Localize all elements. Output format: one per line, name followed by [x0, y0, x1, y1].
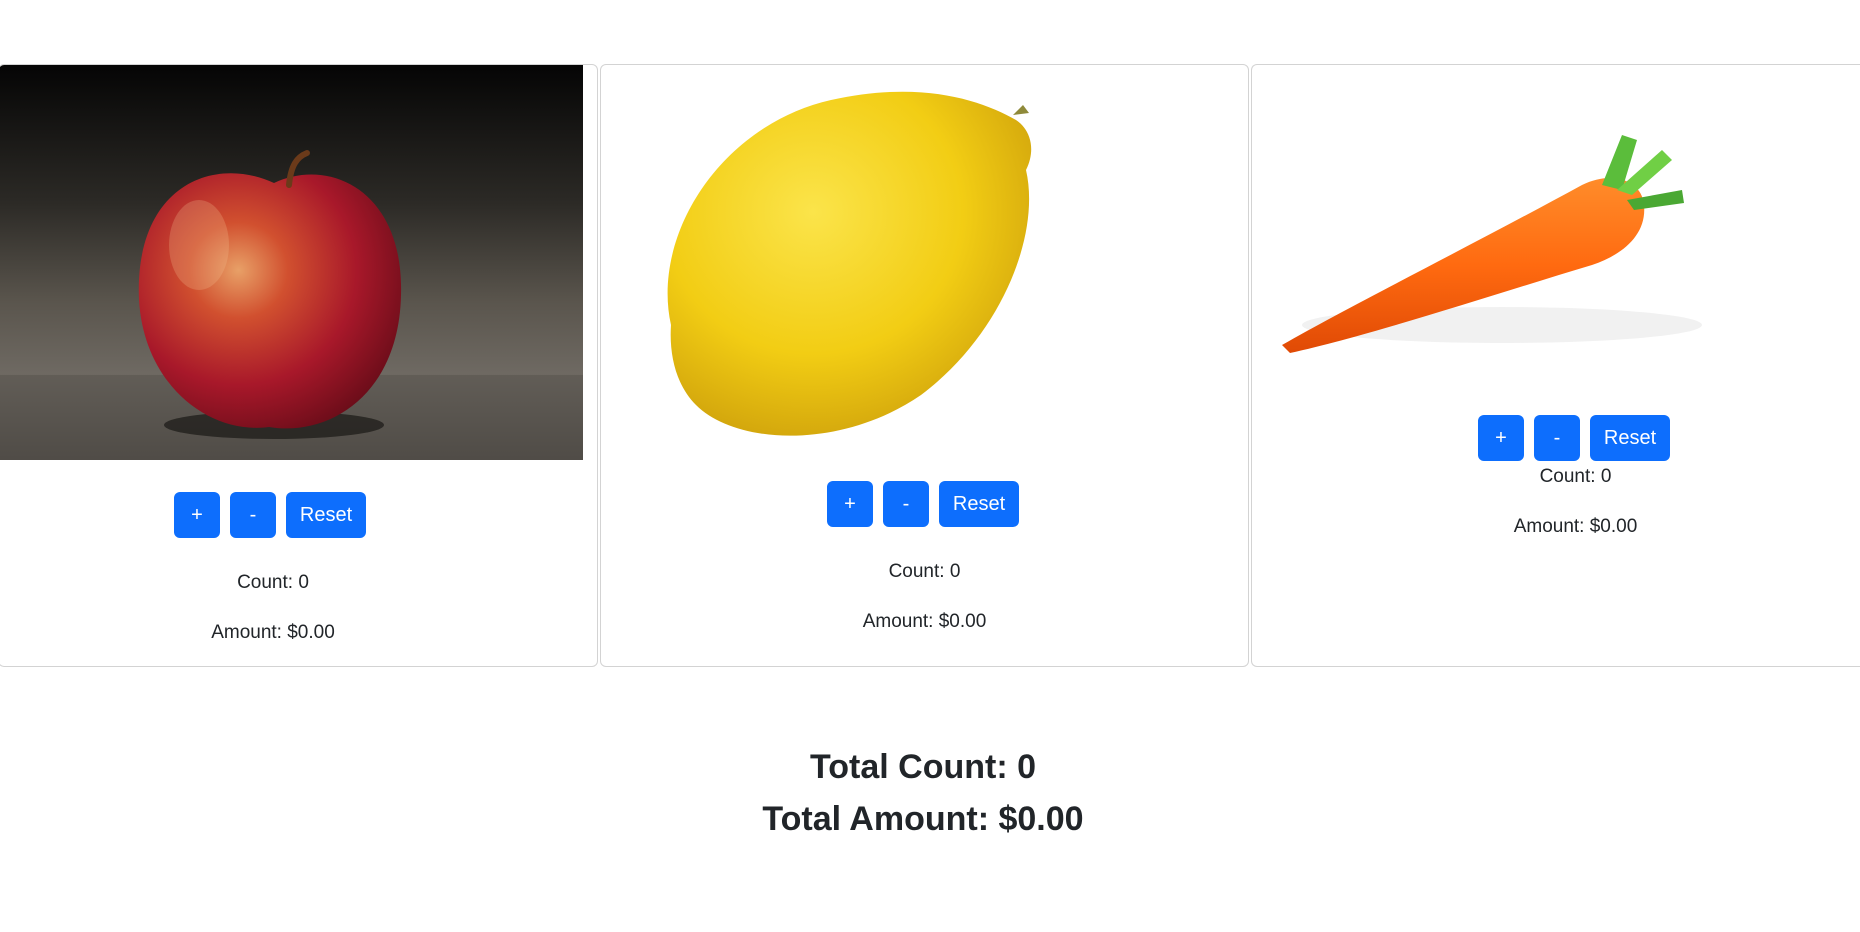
decrement-button[interactable]: -	[230, 492, 276, 538]
count-text: Count: 0	[888, 561, 961, 582]
reset-button[interactable]: Reset	[939, 481, 1019, 527]
decrement-button[interactable]: -	[883, 481, 929, 527]
count-text: Count: 0	[237, 572, 309, 593]
reset-button[interactable]: Reset	[1590, 415, 1670, 461]
apple-controls: + - Reset	[174, 492, 366, 538]
carrot-image	[1272, 95, 1742, 385]
increment-button[interactable]: +	[827, 481, 873, 527]
total-count: Total Count: 0	[810, 748, 1036, 786]
decrement-button[interactable]: -	[1534, 415, 1580, 461]
amount-text: Amount: $0.00	[1513, 516, 1638, 537]
increment-button[interactable]: +	[1478, 415, 1524, 461]
total-amount: Total Amount: $0.00	[762, 800, 1084, 838]
product-card-lemon: + - Reset Count: 0 Amount: $0.00	[600, 64, 1249, 667]
lemon-image	[641, 75, 1041, 455]
reset-button[interactable]: Reset	[286, 492, 366, 538]
carrot-controls: + - Reset	[1478, 415, 1670, 461]
amount-text: Amount: $0.00	[211, 622, 335, 643]
product-card-carrot: + - Reset Count: 0 Amount: $0.00	[1251, 64, 1860, 667]
count-text: Count: 0	[1539, 466, 1612, 487]
product-card-apple: + - Reset Count: 0 Amount: $0.00	[0, 64, 598, 667]
product-cards-row: + - Reset Count: 0 Amount: $0.00 + - Res…	[0, 64, 1860, 667]
amount-text: Amount: $0.00	[862, 611, 987, 632]
lemon-controls: + - Reset	[827, 481, 1019, 527]
apple-image	[0, 65, 583, 460]
increment-button[interactable]: +	[174, 492, 220, 538]
